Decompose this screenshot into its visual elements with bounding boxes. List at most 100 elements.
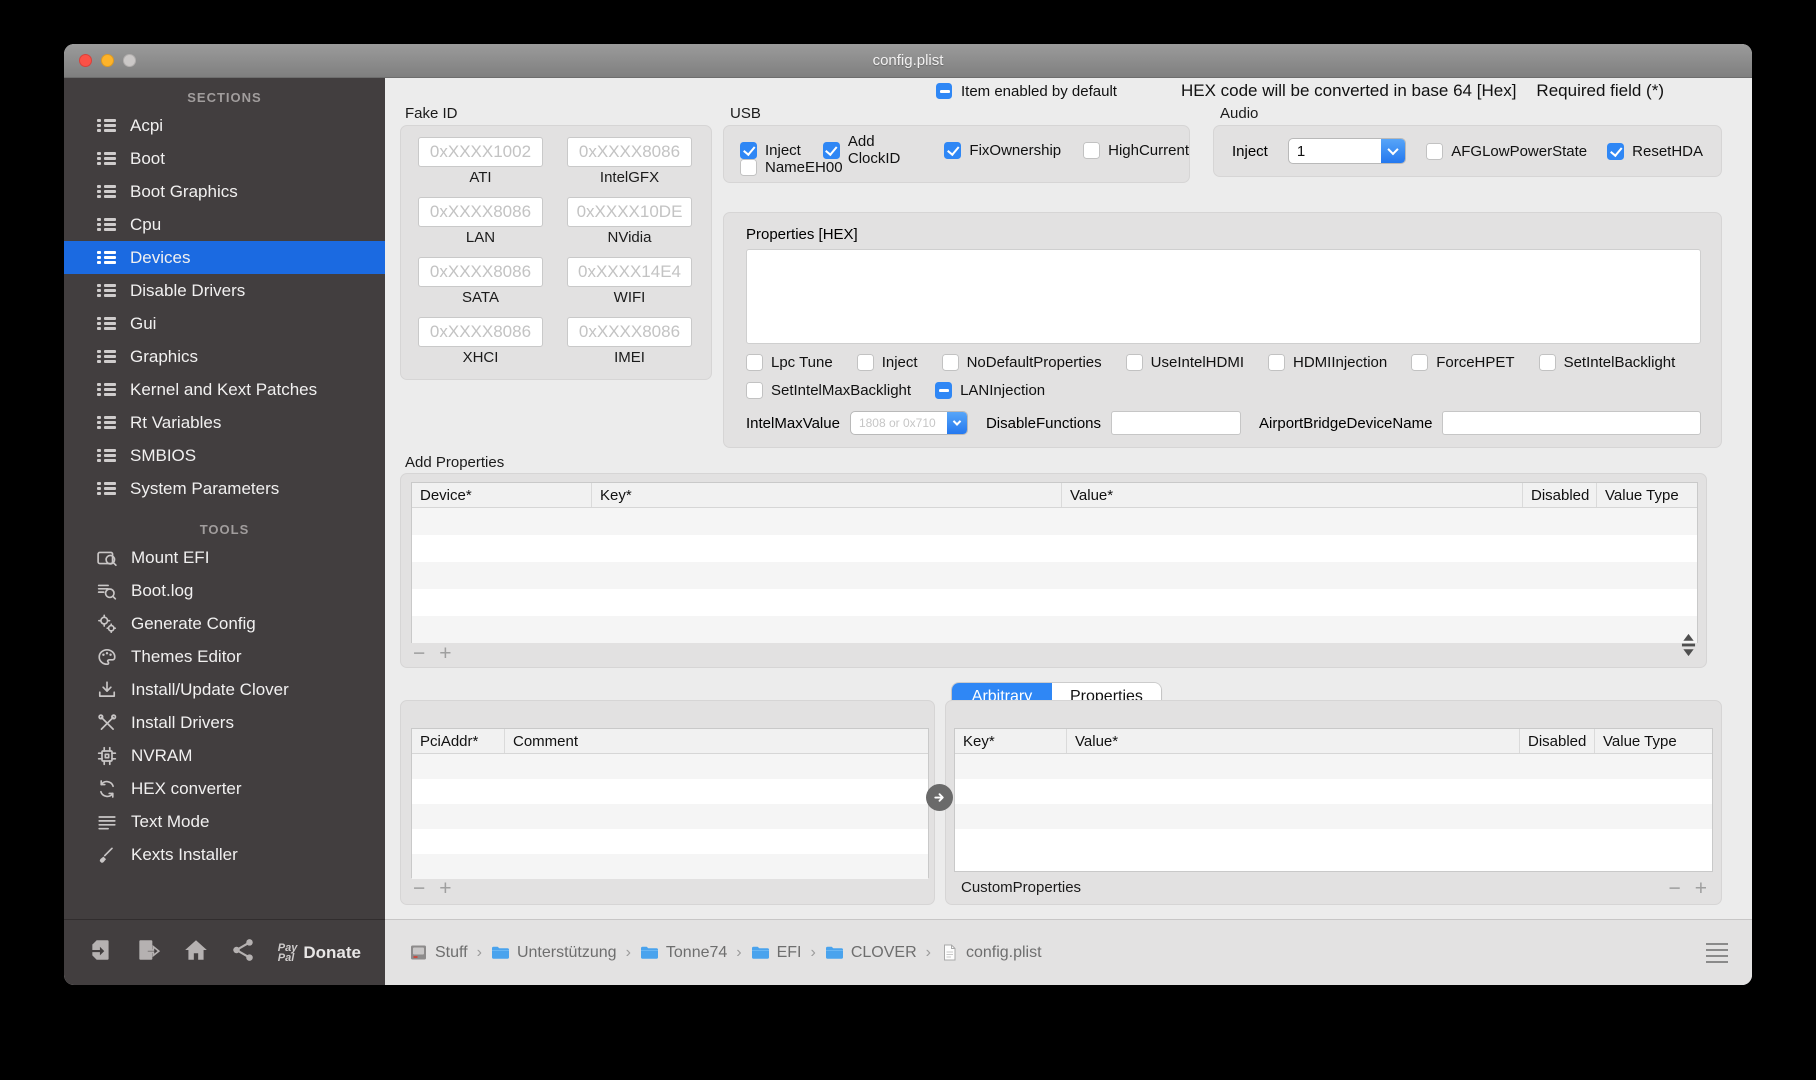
paypal-donate-button[interactable]: Pay Pal Donate [278, 942, 361, 963]
add-row-button[interactable]: + [439, 878, 451, 899]
table-row[interactable] [412, 616, 1697, 643]
tool-boot-log[interactable]: Boot.log [64, 574, 385, 607]
audio-inject-select[interactable]: 1 [1287, 138, 1407, 164]
laninjection-checkbox[interactable]: LANInjection [935, 382, 1045, 399]
sidebar-item-rt-variables[interactable]: Rt Variables [64, 406, 385, 439]
column-header[interactable]: Disabled [1523, 483, 1597, 507]
sidebar-item-smbios[interactable]: SMBIOS [64, 439, 385, 472]
breadcrumb-label: EFI [776, 943, 802, 961]
tool-hex-converter[interactable]: HEX converter [64, 772, 385, 805]
table-row[interactable] [412, 589, 1697, 616]
breadcrumb-item-stuff[interactable]: Stuff [409, 944, 468, 962]
column-header[interactable]: Comment [505, 729, 928, 753]
resize-handle-icon[interactable] [1681, 633, 1696, 661]
tool-text-mode[interactable]: Text Mode [64, 805, 385, 838]
fake-id-intelgfx-input[interactable] [567, 137, 692, 167]
audio-resethda-checkbox[interactable]: ResetHDA [1607, 142, 1703, 160]
table-row[interactable] [412, 779, 928, 804]
table-row[interactable] [412, 508, 1697, 535]
table-row[interactable] [955, 829, 1712, 854]
fake-id-ati-input[interactable] [418, 137, 543, 167]
column-header[interactable]: Key* [955, 729, 1067, 753]
setintelmaxbacklight-checkbox[interactable]: SetIntelMaxBacklight [746, 382, 911, 399]
tool-generate-config[interactable]: Generate Config [64, 607, 385, 640]
table-row[interactable] [412, 535, 1697, 562]
export-file-icon[interactable] [135, 937, 161, 968]
usb-highcurrent-checkbox[interactable]: HighCurrent [1083, 133, 1189, 167]
sidebar-item-acpi[interactable]: Acpi [64, 109, 385, 142]
breadcrumb-item-config-plist[interactable]: config.plist [940, 944, 1042, 962]
nodefaultproperties-checkbox[interactable]: NoDefaultProperties [941, 354, 1102, 371]
remove-row-button[interactable]: − [413, 643, 425, 664]
fake-id-imei-input[interactable] [567, 317, 692, 347]
remove-row-button[interactable]: − [413, 878, 425, 899]
breadcrumb-item-unterstuetzung[interactable]: Unterstützung [491, 944, 617, 962]
fake-id-sata-input[interactable] [418, 257, 543, 287]
tool-nvram[interactable]: NVRAM [64, 739, 385, 772]
fake-id-nvidia-input[interactable] [567, 197, 692, 227]
close-button[interactable] [79, 54, 92, 67]
menu-lines-icon[interactable] [1706, 942, 1728, 963]
breadcrumb-item-tonne74[interactable]: Tonne74 [640, 944, 727, 962]
sidebar-item-cpu[interactable]: Cpu [64, 208, 385, 241]
sidebar-item-gui[interactable]: Gui [64, 307, 385, 340]
fake-id-imei-label: IMEI [614, 349, 645, 366]
table-row[interactable] [412, 754, 928, 779]
breadcrumb-item-efi[interactable]: EFI [751, 944, 802, 962]
intelmaxvalue-select[interactable]: 1808 or 0x710 [849, 411, 968, 435]
hdmiinjection-checkbox[interactable]: HDMIInjection [1268, 354, 1387, 371]
zoom-button[interactable] [123, 54, 136, 67]
transfer-arrow-button[interactable] [926, 784, 953, 811]
properties-hex-textarea[interactable] [746, 249, 1701, 344]
sidebar-item-devices[interactable]: Devices [64, 241, 385, 274]
fake-id-lan-input[interactable] [418, 197, 543, 227]
usb-nameeh00-checkbox[interactable]: NameEH00 [740, 159, 843, 176]
home-icon[interactable] [183, 937, 209, 968]
title-bar[interactable]: config.plist [64, 44, 1752, 78]
column-header[interactable]: Value* [1062, 483, 1523, 507]
fake-id-xhci-input[interactable] [418, 317, 543, 347]
table-row[interactable] [412, 562, 1697, 589]
column-header[interactable]: Disabled [1520, 729, 1595, 753]
import-file-icon[interactable] [88, 937, 114, 968]
column-header[interactable]: Value Type [1595, 729, 1712, 753]
inject-checkbox[interactable]: Inject [856, 354, 918, 371]
column-header[interactable]: Value Type [1597, 483, 1697, 507]
minimize-button[interactable] [101, 54, 114, 67]
tool-mount-efi[interactable]: Mount EFI [64, 541, 385, 574]
useintelhdmi-checkbox[interactable]: UseIntelHDMI [1125, 354, 1244, 371]
sidebar-item-kernel-kext-patches[interactable]: Kernel and Kext Patches [64, 373, 385, 406]
tool-themes-editor[interactable]: Themes Editor [64, 640, 385, 673]
table-row[interactable] [955, 754, 1712, 779]
table-row[interactable] [412, 804, 928, 829]
airportbridgedevicename-input[interactable] [1442, 411, 1701, 435]
column-header[interactable]: PciAddr* [412, 729, 505, 753]
fake-id-wifi-input[interactable] [567, 257, 692, 287]
tool-install-update-clover[interactable]: Install/Update Clover [64, 673, 385, 706]
column-header[interactable]: Key* [592, 483, 1062, 507]
lpc-tune-checkbox[interactable]: Lpc Tune [746, 354, 833, 371]
table-row[interactable] [412, 854, 928, 879]
sidebar-item-boot[interactable]: Boot [64, 142, 385, 175]
table-row[interactable] [955, 804, 1712, 829]
tool-install-drivers[interactable]: Install Drivers [64, 706, 385, 739]
setintelbacklight-checkbox[interactable]: SetIntelBacklight [1538, 354, 1675, 371]
disablefunctions-input[interactable] [1111, 411, 1242, 435]
share-icon[interactable] [230, 937, 256, 968]
sidebar-item-disable-drivers[interactable]: Disable Drivers [64, 274, 385, 307]
breadcrumb-item-clover[interactable]: CLOVER [825, 944, 917, 962]
add-row-button[interactable]: + [1695, 878, 1707, 899]
column-header[interactable]: Device* [412, 483, 592, 507]
sidebar-item-graphics[interactable]: Graphics [64, 340, 385, 373]
sidebar-item-system-parameters[interactable]: System Parameters [64, 472, 385, 505]
forcehpet-checkbox[interactable]: ForceHPET [1411, 354, 1515, 371]
tool-kexts-installer[interactable]: Kexts Installer [64, 838, 385, 871]
add-row-button[interactable]: + [439, 643, 451, 664]
sidebar-item-boot-graphics[interactable]: Boot Graphics [64, 175, 385, 208]
column-header[interactable]: Value* [1067, 729, 1520, 753]
remove-row-button[interactable]: − [1668, 878, 1680, 899]
audio-afglowpowerstate-checkbox[interactable]: AFGLowPowerState [1426, 142, 1587, 160]
table-row[interactable] [955, 779, 1712, 804]
usb-fixownership-checkbox[interactable]: FixOwnership [944, 133, 1061, 167]
table-row[interactable] [412, 829, 928, 854]
